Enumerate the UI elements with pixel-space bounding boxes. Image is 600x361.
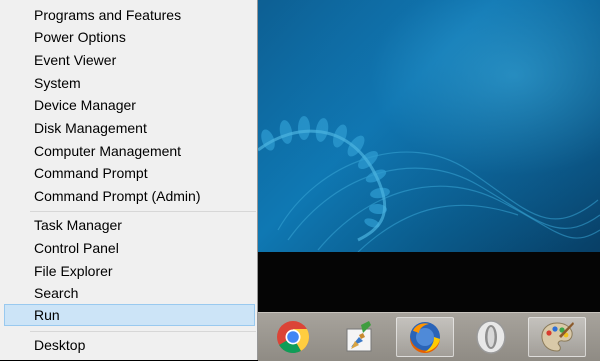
menu-item-task-manager[interactable]: Task Manager — [4, 214, 255, 236]
menu-item-power-options[interactable]: Power Options — [4, 26, 255, 48]
menu-item-control-panel[interactable]: Control Panel — [4, 237, 255, 259]
firefox-icon — [409, 322, 440, 354]
chrome-icon — [277, 321, 310, 354]
menu-item-device-manager[interactable]: Device Manager — [4, 94, 255, 116]
palette-icon — [541, 322, 574, 352]
menu-item-system[interactable]: System — [4, 72, 255, 94]
desktop-black-area — [258, 252, 600, 312]
menu-item-desktop[interactable]: Desktop — [4, 334, 255, 356]
taskbar-button-paint[interactable] — [330, 317, 388, 357]
paint-brush-icon — [346, 321, 372, 352]
menu-item-search[interactable]: Search — [4, 282, 255, 304]
taskbar-button-firefox[interactable] — [396, 317, 454, 357]
menu-item-programs-and-features[interactable]: Programs and Features — [4, 4, 255, 26]
menu-item-file-explorer[interactable]: File Explorer — [4, 260, 255, 282]
menu-item-computer-management[interactable]: Computer Management — [4, 140, 255, 162]
taskbar — [258, 312, 600, 361]
menu-item-event-viewer[interactable]: Event Viewer — [4, 49, 255, 71]
menu-item-disk-management[interactable]: Disk Management — [4, 117, 255, 139]
menu-item-command-prompt-admin[interactable]: Command Prompt (Admin) — [4, 185, 255, 207]
wallpaper-swirl-graphic — [258, 116, 600, 252]
opera-icon — [476, 320, 506, 354]
taskbar-button-chrome[interactable] — [264, 317, 322, 357]
taskbar-button-palette[interactable] — [528, 317, 586, 357]
menu-separator — [30, 331, 256, 332]
menu-item-run[interactable]: Run — [4, 304, 255, 326]
menu-separator — [30, 211, 256, 212]
menu-item-command-prompt[interactable]: Command Prompt — [4, 162, 255, 184]
taskbar-button-opera[interactable] — [462, 317, 520, 357]
power-user-menu: Programs and Features Power Options Even… — [0, 0, 258, 360]
desktop-wallpaper — [258, 0, 600, 252]
